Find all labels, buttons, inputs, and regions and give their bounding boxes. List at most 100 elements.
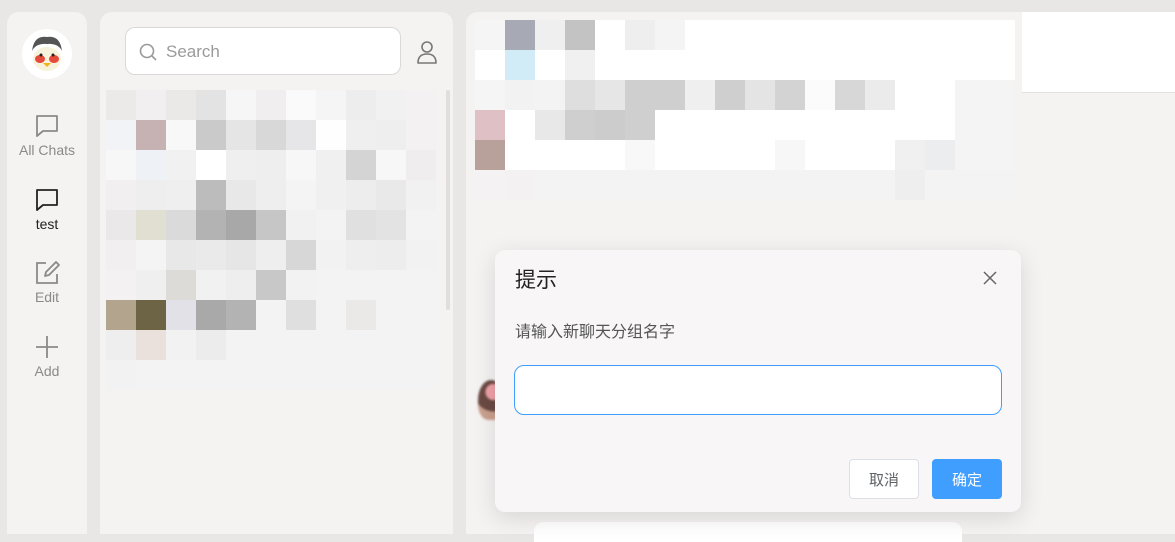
pixel-block <box>625 80 655 110</box>
pixel-block <box>166 210 196 240</box>
pixel-block <box>136 270 166 300</box>
pixel-block <box>595 140 625 170</box>
pixel-block <box>376 360 406 390</box>
pixel-block <box>595 170 625 200</box>
pixel-block <box>346 360 376 390</box>
pixel-block <box>136 360 166 390</box>
pixel-block <box>406 330 436 360</box>
pixel-block <box>805 110 835 140</box>
pixel-block <box>955 140 985 170</box>
pixel-block <box>565 50 595 80</box>
pixel-block <box>106 330 136 360</box>
pixel-block <box>535 170 565 200</box>
pixel-block <box>406 270 436 300</box>
pixel-block <box>256 210 286 240</box>
chat-header-censored <box>475 20 1015 200</box>
pixel-block <box>475 50 505 80</box>
pixel-block <box>346 180 376 210</box>
pixel-block <box>655 110 685 140</box>
pixel-block <box>226 180 256 210</box>
pixel-block <box>376 150 406 180</box>
pixel-block <box>505 140 535 170</box>
pixel-block <box>775 110 805 140</box>
pixel-block <box>595 80 625 110</box>
pixel-block <box>625 50 655 80</box>
pixel-block <box>256 240 286 270</box>
pixel-block <box>406 180 436 210</box>
pixel-block <box>475 80 505 110</box>
pixel-block <box>286 330 316 360</box>
pixel-block <box>595 110 625 140</box>
pixel-block <box>715 80 745 110</box>
pixel-block <box>226 330 256 360</box>
pixel-block <box>196 240 226 270</box>
sidebar-item-add[interactable]: Add <box>7 333 87 379</box>
pixel-block <box>316 270 346 300</box>
pixel-block <box>955 170 985 200</box>
chat-bubble-icon <box>36 189 58 211</box>
dialog-title: 提示 <box>515 269 557 292</box>
pixel-block <box>196 150 226 180</box>
pixel-block <box>106 120 136 150</box>
group-name-input[interactable] <box>514 365 1002 415</box>
cancel-button[interactable]: 取消 <box>849 459 919 499</box>
pixel-block <box>406 120 436 150</box>
pixel-block <box>715 50 745 80</box>
pixel-block <box>625 20 655 50</box>
pixel-block <box>505 50 535 80</box>
pixel-block <box>346 240 376 270</box>
pixel-block <box>136 120 166 150</box>
pixel-block <box>226 150 256 180</box>
pixel-block <box>805 140 835 170</box>
pixel-block <box>955 80 985 110</box>
close-icon[interactable] <box>981 269 999 287</box>
pixel-block <box>256 300 286 330</box>
pixel-block <box>316 210 346 240</box>
sidebar-item-edit[interactable]: Edit <box>7 259 87 305</box>
pixel-block <box>136 330 166 360</box>
pixel-block <box>286 150 316 180</box>
pixel-block <box>865 110 895 140</box>
message-bubble <box>534 522 962 542</box>
pixel-block <box>106 210 136 240</box>
sidebar-item-test[interactable]: test <box>7 186 87 232</box>
pixel-block <box>685 110 715 140</box>
pixel-block <box>565 140 595 170</box>
pixel-block <box>865 140 895 170</box>
confirm-button[interactable]: 确定 <box>932 459 1002 499</box>
search-box[interactable] <box>125 27 401 75</box>
pixel-block <box>166 240 196 270</box>
pixel-block <box>286 240 316 270</box>
pixel-block <box>376 240 406 270</box>
pixel-block <box>565 20 595 50</box>
pixel-block <box>655 80 685 110</box>
pixel-block <box>226 90 256 120</box>
pixel-block <box>955 50 985 80</box>
rename-group-dialog: 提示 请输入新聊天分组名字 取消 确定 <box>495 250 1021 512</box>
pixel-block <box>775 80 805 110</box>
pixel-block <box>535 140 565 170</box>
pixel-block <box>895 140 925 170</box>
sidebar-item-all-chats[interactable]: All Chats <box>7 112 87 158</box>
pixel-block <box>346 120 376 150</box>
pixel-block <box>376 210 406 240</box>
search-input[interactable] <box>164 36 388 68</box>
pixel-block <box>625 170 655 200</box>
edit-icon <box>36 261 60 284</box>
pixel-block <box>685 170 715 200</box>
pixel-block <box>346 270 376 300</box>
chat-list-scrollbar[interactable] <box>446 90 450 310</box>
pixel-block <box>775 140 805 170</box>
sidebar-item-label: All Chats <box>18 142 76 158</box>
pixel-block <box>316 240 346 270</box>
pixel-block <box>655 170 685 200</box>
pixel-block <box>256 180 286 210</box>
pixel-block <box>745 140 775 170</box>
pixel-block <box>505 110 535 140</box>
pixel-block <box>775 50 805 80</box>
user-icon[interactable] <box>416 40 438 64</box>
avatar[interactable] <box>22 29 72 79</box>
chat-list-censored <box>106 90 436 390</box>
pixel-block <box>505 20 535 50</box>
pixel-block <box>316 150 346 180</box>
